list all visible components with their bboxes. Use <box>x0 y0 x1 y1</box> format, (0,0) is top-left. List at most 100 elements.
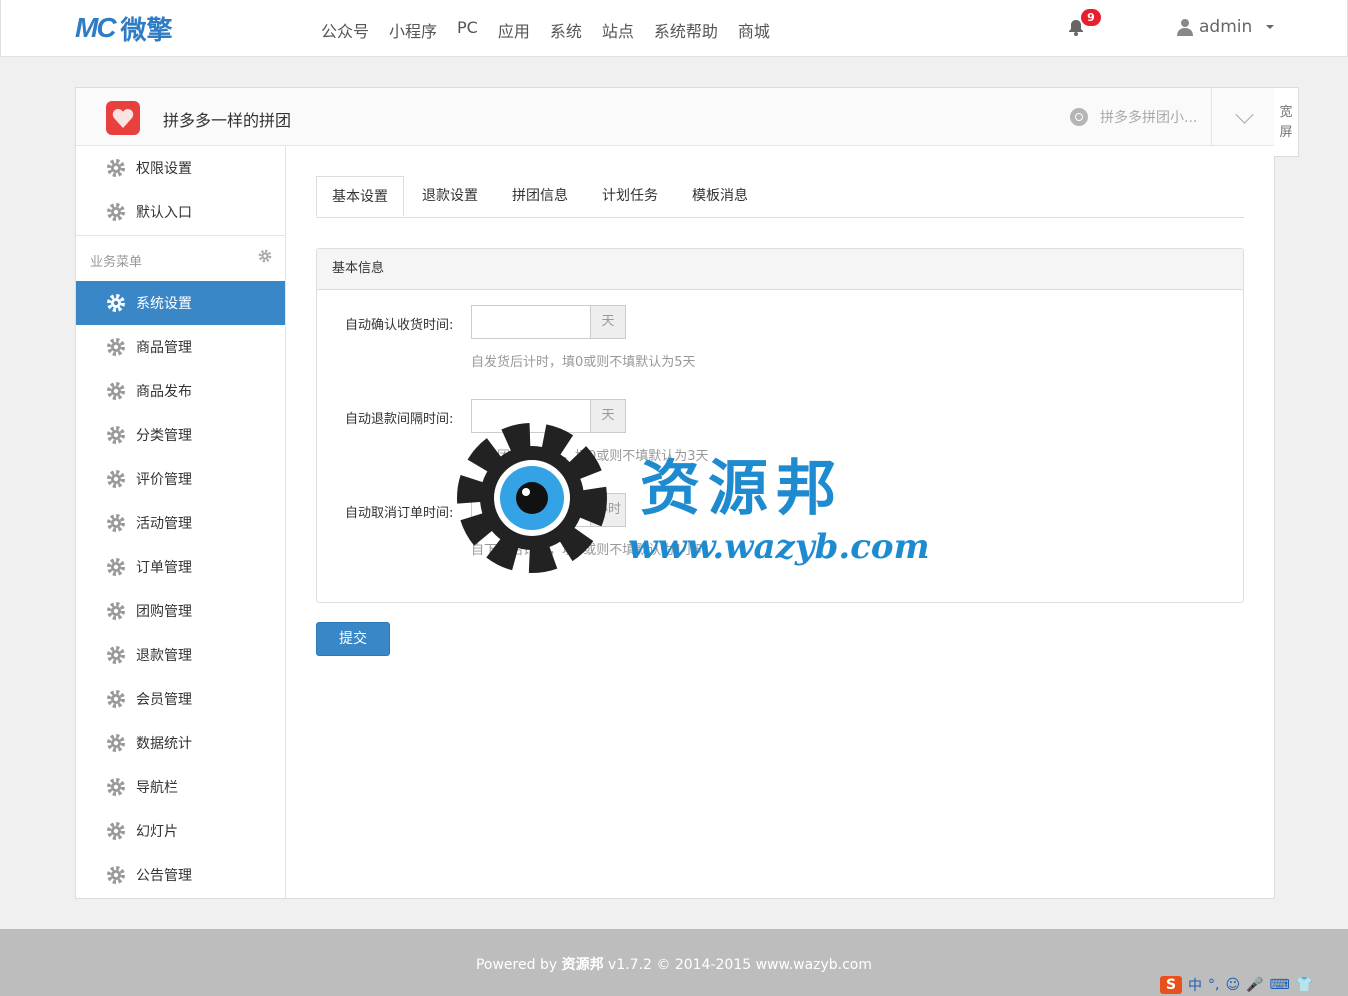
unit-addon: 小时 <box>590 493 626 527</box>
username: admin <box>1199 17 1253 37</box>
gear-icon <box>107 514 125 532</box>
gear-icon <box>107 778 125 796</box>
tab-refund-settings[interactable]: 退款设置 <box>412 176 488 217</box>
field-help: 自发货后计时，填0或则不填默认为5天 <box>471 355 696 370</box>
sidebar-item-group-buy[interactable]: 团购管理 <box>76 589 285 633</box>
nav-gongzhonghao[interactable]: 公众号 <box>321 18 369 42</box>
skin-icon: 👕 <box>1295 977 1314 993</box>
mini-program-icon <box>1070 108 1088 126</box>
sidebar-item-label: 数据统计 <box>136 736 192 752</box>
sidebar-item-goods-publish[interactable]: 商品发布 <box>76 369 285 413</box>
mini-program-label: 拼多多拼团小... <box>1100 110 1198 126</box>
punctuation-icon: °, <box>1208 977 1220 993</box>
tab-group-info[interactable]: 拼团信息 <box>502 176 578 217</box>
auto-confirm-input[interactable] <box>471 305 590 339</box>
divider <box>1211 88 1212 145</box>
gear-icon <box>107 602 125 620</box>
nav-shop[interactable]: 商城 <box>738 18 770 42</box>
sidebar-item-label: 默认入口 <box>136 205 192 221</box>
footer-suffix: v1.7.2 © 2014-2015 www.wazyb.com <box>608 957 873 973</box>
footer: Powered by 资源邦 v1.7.2 © 2014-2015 www.wa… <box>0 929 1348 996</box>
gear-icon <box>107 646 125 664</box>
field-label: 自动取消订单时间: <box>345 506 454 521</box>
watermark-text: 资源邦 <box>640 454 844 524</box>
nav-pc[interactable]: PC <box>457 18 478 42</box>
app-logo-icon <box>106 101 140 135</box>
field-label: 自动确认收货时间: <box>345 318 454 333</box>
nav-help[interactable]: 系统帮助 <box>654 18 718 42</box>
user-menu[interactable]: admin <box>1177 17 1275 37</box>
sidebar-item-category[interactable]: 分类管理 <box>76 413 285 457</box>
mic-icon: 🎤 <box>1246 977 1264 993</box>
chevron-down-icon[interactable] <box>1235 105 1254 124</box>
logo[interactable]: MC 微擎 <box>75 12 173 46</box>
watermark-url: www.wazyb.com <box>628 527 930 567</box>
sidebar-item-label: 分类管理 <box>136 428 192 444</box>
auto-cancel-input[interactable] <box>471 493 590 527</box>
notification-badge: 9 <box>1081 9 1101 26</box>
footer-text: Powered by 资源邦 v1.7.2 © 2014-2015 www.wa… <box>0 954 1348 974</box>
sidebar-item-label: 幻灯片 <box>136 824 178 840</box>
settings-tabs: 基本设置 退款设置 拼团信息 计划任务 模板消息 <box>316 176 1244 218</box>
sidebar-item-label: 退款管理 <box>136 648 192 664</box>
nav-yingyong[interactable]: 应用 <box>498 18 530 42</box>
sidebar-item-label: 团购管理 <box>136 604 192 620</box>
sidebar-item-label: 系统设置 <box>136 296 192 312</box>
settings-gear-icon[interactable] <box>258 249 272 263</box>
nav-zhandian[interactable]: 站点 <box>602 18 634 42</box>
unit-addon: 天 <box>590 305 626 339</box>
sidebar: 权限设置 默认入口 业务菜单 系统设置 商品管理 商品发布 分类管理 评价管理 … <box>76 146 286 898</box>
sidebar-item-system-settings[interactable]: 系统设置 <box>76 281 285 325</box>
gear-icon <box>107 734 125 752</box>
gear-icon <box>107 338 125 356</box>
footer-brand: 资源邦 <box>561 957 604 973</box>
wide-screen-toggle[interactable]: 宽屏 <box>1274 87 1299 157</box>
sidebar-item-refunds[interactable]: 退款管理 <box>76 633 285 677</box>
logo-mark: MC <box>75 12 117 43</box>
ime-toolbar[interactable]: S 中 °, ☺ 🎤 ⌨ 👕 <box>1160 975 1313 995</box>
main-nav: 公众号 小程序 PC 应用 系统 站点 系统帮助 商城 <box>321 18 790 42</box>
sidebar-item-orders[interactable]: 订单管理 <box>76 545 285 589</box>
auto-refund-input[interactable] <box>471 399 590 433</box>
gear-icon <box>107 159 125 177</box>
sidebar-item-default-entry[interactable]: 默认入口 <box>76 190 285 234</box>
gear-icon <box>107 470 125 488</box>
sidebar-item-reviews[interactable]: 评价管理 <box>76 457 285 501</box>
tab-basic-settings[interactable]: 基本设置 <box>316 176 404 217</box>
unit-addon: 天 <box>590 399 626 433</box>
gear-icon <box>107 822 125 840</box>
nav-xiaochengxu[interactable]: 小程序 <box>389 18 437 42</box>
keyboard-icon: ⌨ <box>1269 977 1290 993</box>
sidebar-item-label: 评价管理 <box>136 472 192 488</box>
nav-xitong[interactable]: 系统 <box>550 18 582 42</box>
mini-program-switch[interactable]: 拼多多拼团小... <box>1070 107 1197 127</box>
sidebar-item-label: 商品发布 <box>136 384 192 400</box>
gear-icon <box>107 558 125 576</box>
app-header: 拼多多一样的拼团 拼多多拼团小... <box>76 88 1274 146</box>
sidebar-item-members[interactable]: 会员管理 <box>76 677 285 721</box>
gear-icon <box>107 426 125 444</box>
section-title: 业务菜单 <box>90 255 143 270</box>
sidebar-item-announcements[interactable]: 公告管理 <box>76 853 285 897</box>
sidebar-item-navbar[interactable]: 导航栏 <box>76 765 285 809</box>
auto-cancel-input-group: 小时 <box>471 493 626 527</box>
sidebar-item-label: 导航栏 <box>136 780 178 796</box>
sidebar-item-statistics[interactable]: 数据统计 <box>76 721 285 765</box>
tab-scheduled-tasks[interactable]: 计划任务 <box>592 176 668 217</box>
sidebar-section-header: 业务菜单 <box>76 235 285 281</box>
app-title: 拼多多一样的拼团 <box>163 111 292 130</box>
sidebar-item-label: 商品管理 <box>136 340 192 356</box>
logo-text: 微擎 <box>120 15 173 46</box>
panel-title: 基本信息 <box>317 249 1243 290</box>
submit-button[interactable]: 提交 <box>316 622 390 656</box>
emoji-icon: ☺ <box>1225 977 1241 993</box>
sidebar-item-slides[interactable]: 幻灯片 <box>76 809 285 853</box>
caret-down-icon <box>1266 25 1275 29</box>
sidebar-item-goods-manage[interactable]: 商品管理 <box>76 325 285 369</box>
sidebar-item-permissions[interactable]: 权限设置 <box>76 146 285 190</box>
top-navbar: MC 微擎 公众号 小程序 PC 应用 系统 站点 系统帮助 商城 9 admi… <box>0 0 1348 57</box>
sidebar-item-label: 订单管理 <box>136 560 192 576</box>
user-icon <box>1177 19 1193 36</box>
tab-template-messages[interactable]: 模板消息 <box>682 176 758 217</box>
sidebar-item-activity[interactable]: 活动管理 <box>76 501 285 545</box>
